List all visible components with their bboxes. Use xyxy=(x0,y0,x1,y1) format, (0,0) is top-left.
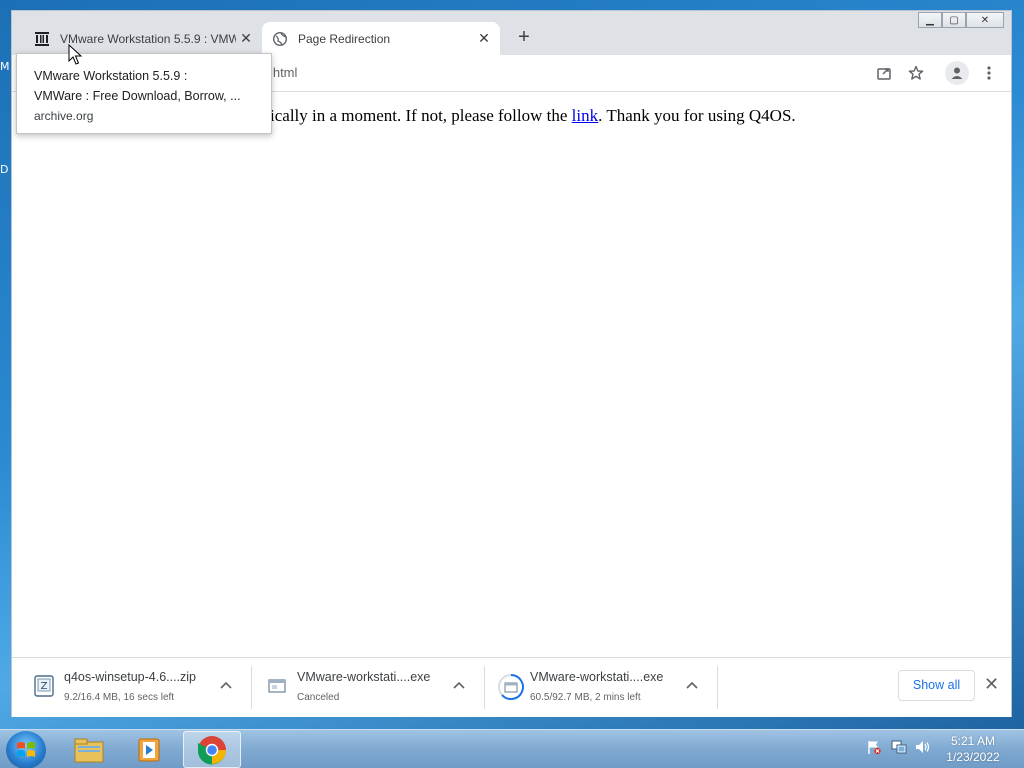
close-window-button[interactable]: ✕ xyxy=(966,12,1004,28)
download-filename: VMware-workstati....exe xyxy=(530,670,664,684)
tooltip-domain: archive.org xyxy=(34,109,94,123)
tab-vmware-archive[interactable]: VMware Workstation 5.5.9 : VMW ✕ xyxy=(24,22,262,55)
maximize-button[interactable]: ▢ xyxy=(942,12,966,28)
download-item[interactable]: VMware-workstati....exe Canceled xyxy=(245,658,483,717)
system-clock[interactable]: 5:21 AM 1/23/2022 xyxy=(937,733,1009,765)
chevron-up-icon[interactable] xyxy=(686,678,698,692)
desktop-icon-label: D xyxy=(0,163,9,176)
tab-close-icon[interactable]: ✕ xyxy=(236,30,256,47)
tab-title: VMware Workstation 5.5.9 : VMW xyxy=(60,31,236,46)
exe-file-icon xyxy=(498,674,524,700)
network-icon[interactable] xyxy=(891,739,907,755)
minimize-button[interactable]: ▁ xyxy=(918,12,942,28)
download-status: Canceled xyxy=(297,692,340,703)
media-player-icon xyxy=(138,738,160,761)
address-bar[interactable]: 1.html xyxy=(262,60,862,86)
folder-icon xyxy=(74,738,104,762)
bookmark-star-icon[interactable] xyxy=(906,63,926,83)
chrome-taskbar-button[interactable] xyxy=(183,731,241,768)
show-all-button[interactable]: Show all xyxy=(898,670,975,701)
mouse-cursor-icon xyxy=(68,44,82,65)
download-status: 60.5/92.7 MB, 2 mins left xyxy=(530,692,641,703)
download-item[interactable]: Z q4os-winsetup-4.6....zip 9.2/16.4 MB, … xyxy=(12,658,250,717)
archive-icon xyxy=(34,31,50,47)
divider xyxy=(717,666,718,709)
taskbar: 5:21 AM 1/23/2022 xyxy=(0,729,1024,768)
chrome-icon xyxy=(197,735,226,764)
download-status: 9.2/16.4 MB, 16 secs left xyxy=(64,692,175,703)
clock-time: 5:21 AM xyxy=(950,734,996,748)
download-filename: VMware-workstati....exe xyxy=(297,670,431,684)
redirect-message: ically in a moment. If not, please follo… xyxy=(270,106,796,125)
download-filename: q4os-winsetup-4.6....zip xyxy=(64,670,197,684)
tab-page-redirection[interactable]: Page Redirection ✕ xyxy=(262,22,500,55)
profile-avatar-icon[interactable] xyxy=(945,61,969,85)
action-center-flag-icon[interactable] xyxy=(866,739,882,755)
windows-logo-icon xyxy=(17,742,35,757)
tab-title: Page Redirection xyxy=(298,31,391,46)
file-explorer-taskbar-button[interactable] xyxy=(60,731,118,768)
volume-icon[interactable] xyxy=(915,739,931,755)
globe-icon xyxy=(272,31,288,47)
download-item[interactable]: VMware-workstati....exe 60.5/92.7 MB, 2 … xyxy=(478,658,716,717)
media-player-taskbar-button[interactable] xyxy=(120,731,178,768)
more-menu-icon[interactable] xyxy=(979,63,999,83)
exe-file-icon xyxy=(265,674,289,698)
chevron-up-icon[interactable] xyxy=(453,678,465,692)
share-icon[interactable] xyxy=(874,63,894,83)
desktop-icon-label: M xyxy=(0,60,10,73)
redirect-link[interactable]: link xyxy=(572,106,598,125)
svg-text:Z: Z xyxy=(41,681,48,692)
download-shelf: Z q4os-winsetup-4.6....zip 9.2/16.4 MB, … xyxy=(12,657,1011,717)
tab-strip: VMware Workstation 5.5.9 : VMW ✕ Page Re… xyxy=(12,11,1011,55)
page-content: ically in a moment. If not, please follo… xyxy=(12,92,1011,656)
start-button[interactable] xyxy=(6,731,46,768)
tab-hover-tooltip: VMware Workstation 5.5.9 : VMWare : Free… xyxy=(16,53,272,134)
chevron-up-icon[interactable] xyxy=(220,678,232,692)
new-tab-button[interactable]: + xyxy=(512,26,536,49)
tooltip-title-line: VMWare : Free Download, Borrow, ... xyxy=(34,89,241,103)
zip-file-icon: Z xyxy=(32,674,56,698)
tooltip-title-line: VMware Workstation 5.5.9 : xyxy=(34,69,188,83)
close-download-shelf-icon[interactable]: ✕ xyxy=(984,674,999,695)
clock-date: 1/23/2022 xyxy=(946,750,1000,764)
tab-close-icon[interactable]: ✕ xyxy=(474,30,494,47)
